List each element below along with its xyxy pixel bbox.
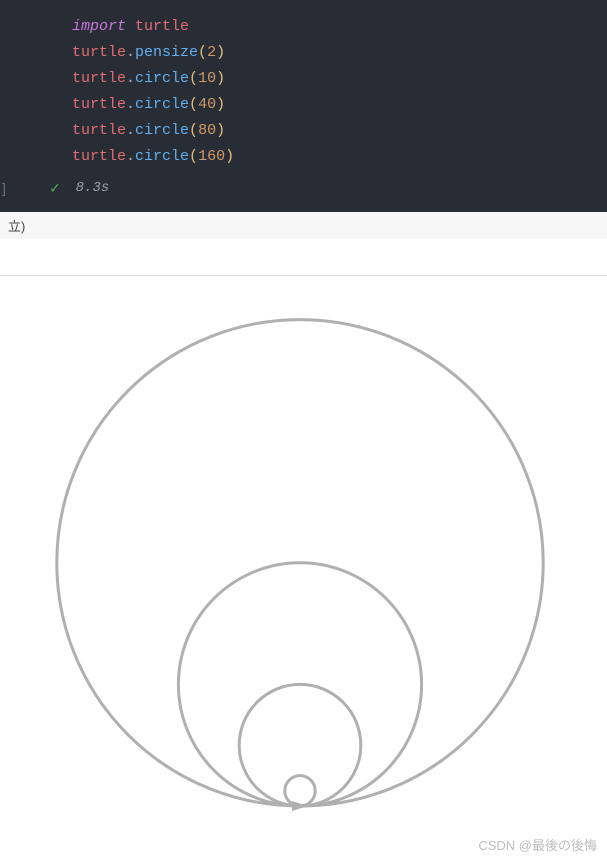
code-editor[interactable]: import turtleturtle.pensize(2)turtle.cir… xyxy=(0,0,607,212)
execution-status-bar: ] ✓ 8.3s xyxy=(0,170,607,202)
code-line[interactable]: turtle.circle(10) xyxy=(0,66,607,92)
watermark-text: CSDN @最後の後悔 xyxy=(478,835,597,854)
turtle-circle xyxy=(285,776,315,806)
success-check-icon: ✓ xyxy=(50,178,60,198)
output-header-fragment: 立) xyxy=(0,212,607,239)
turtle-circle xyxy=(239,684,361,806)
code-line[interactable]: turtle.circle(40) xyxy=(0,92,607,118)
cell-bracket: ] xyxy=(2,180,6,196)
code-line[interactable]: turtle.circle(80) xyxy=(0,118,607,144)
turtle-output-svg xyxy=(0,276,607,836)
execution-time-label: 8.3s xyxy=(76,180,110,196)
code-line[interactable]: turtle.circle(160) xyxy=(0,144,607,170)
code-line[interactable]: import turtle xyxy=(0,14,607,40)
code-line[interactable]: turtle.pensize(2) xyxy=(0,40,607,66)
turtle-canvas xyxy=(0,276,607,836)
turtle-arrow-icon xyxy=(292,801,308,811)
